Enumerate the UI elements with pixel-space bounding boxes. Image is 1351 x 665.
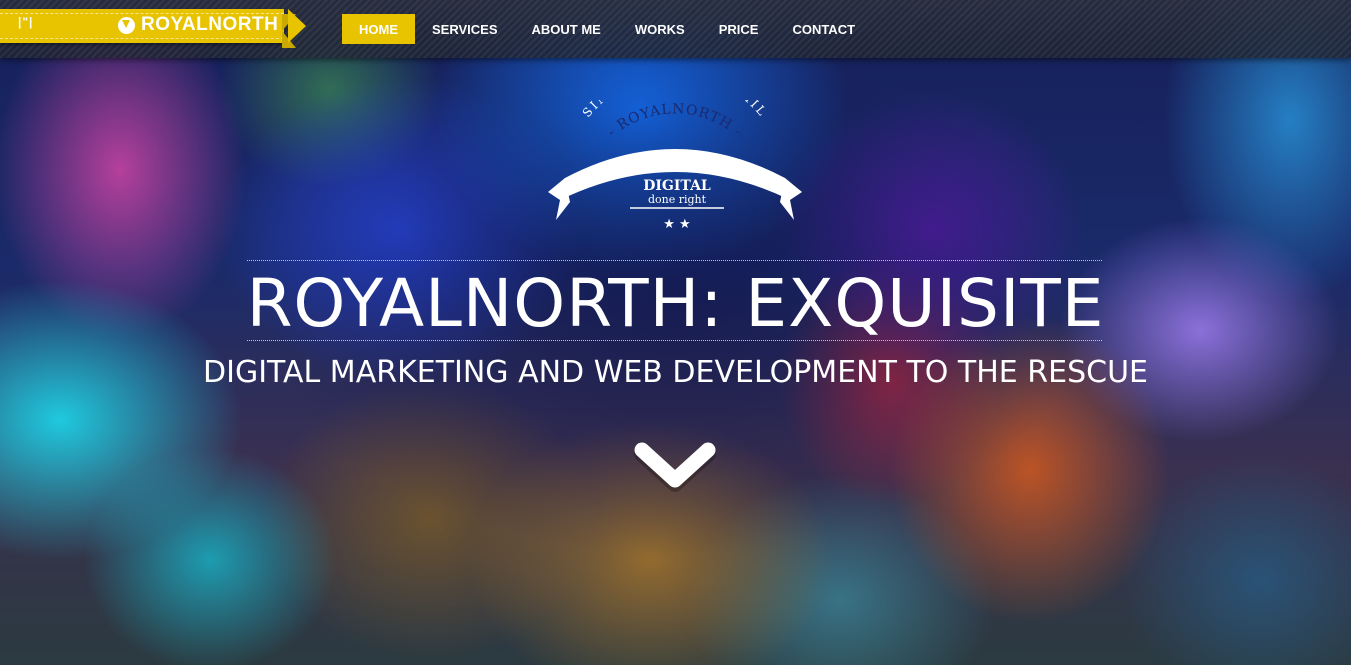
brand-name: ROYALNORTH xyxy=(141,14,279,35)
royalnorth-emblem: SINE - LABORE - NIHIL - ROYALNORTH - DIG… xyxy=(548,100,802,232)
top-navigation-bar: |"| ROYALNORTH HOME SERVICES ABOUT ME WO… xyxy=(0,0,1351,58)
emblem-line1: DIGITAL xyxy=(643,178,711,194)
chevron-down-icon[interactable] xyxy=(634,438,716,496)
nav-item-home[interactable]: HOME xyxy=(342,14,415,44)
emblem-banner-text: - ROYALNORTH - xyxy=(604,101,745,140)
nav-item-services[interactable]: SERVICES xyxy=(415,14,515,44)
nav-item-contact[interactable]: CONTACT xyxy=(775,14,872,44)
brand-mark-icon xyxy=(118,16,135,34)
nav-item-about-me[interactable]: ABOUT ME xyxy=(515,14,618,44)
nav-item-works[interactable]: WORKS xyxy=(618,14,702,44)
hero-subtitle: DIGITAL MARKETING AND WEB DEVELOPMENT TO… xyxy=(203,355,1148,390)
hero-title: ROYALNORTH: EXQUISITE xyxy=(246,265,1105,342)
ribbon-fold xyxy=(288,9,306,43)
title-divider-top xyxy=(247,260,1102,261)
title-divider-bottom xyxy=(247,340,1102,341)
nav-item-price[interactable]: PRICE xyxy=(702,14,776,44)
corner-icon: |"| xyxy=(18,15,34,29)
brand-logo-link[interactable]: ROYALNORTH xyxy=(118,14,278,36)
main-nav: HOME SERVICES ABOUT ME WORKS PRICE CONTA… xyxy=(342,14,872,44)
emblem-line2: done right xyxy=(648,193,707,206)
emblem-stars-icon: ★ ★ xyxy=(663,217,690,232)
